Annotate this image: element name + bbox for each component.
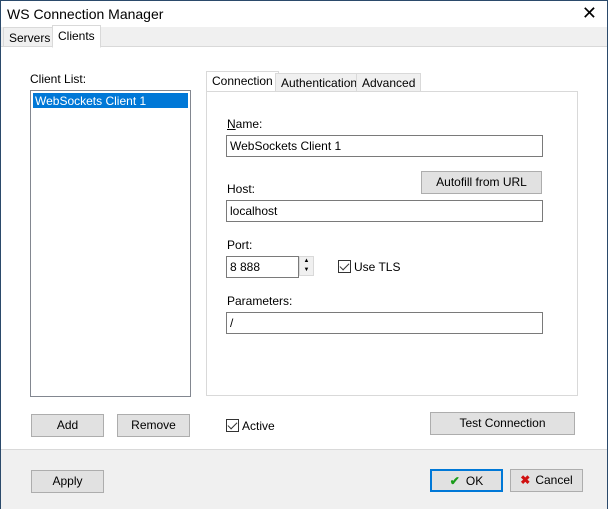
use-tls-checkbox[interactable]: Use TLS (338, 260, 400, 274)
host-label: Host: (227, 182, 256, 196)
checkmark-icon[interactable] (338, 260, 351, 273)
client-list-label: Client List: (30, 72, 87, 86)
name-input[interactable]: WebSockets Client 1 (226, 135, 543, 157)
port-stepper[interactable]: ▲ ▼ (299, 256, 314, 276)
parameters-label: Parameters: (227, 294, 293, 308)
cancel-label: Cancel (535, 473, 573, 487)
main-tabs: Servers Clients (1, 25, 607, 48)
port-label: Port: (227, 238, 253, 252)
check-icon: ✔ (449, 474, 460, 488)
use-tls-label: Use TLS (354, 260, 401, 274)
cancel-x-icon: ✖ (520, 473, 531, 487)
ok-button[interactable]: ✔ OK (430, 469, 503, 492)
tab-clients[interactable]: Clients (52, 25, 101, 48)
tab-authentication[interactable]: Authentication (275, 73, 364, 92)
add-button[interactable]: Add (31, 414, 104, 437)
cancel-button[interactable]: ✖ Cancel (510, 469, 583, 492)
window-title: WS Connection Manager (7, 6, 164, 22)
remove-button[interactable]: Remove (117, 414, 190, 437)
checkmark-icon[interactable] (226, 419, 239, 432)
up-arrow-icon[interactable]: ▲ (300, 257, 313, 266)
parameters-input[interactable]: / (226, 312, 543, 334)
list-item[interactable]: WebSockets Client 1 (33, 93, 188, 108)
name-label: Name: (227, 117, 263, 131)
apply-button[interactable]: Apply (31, 470, 104, 493)
test-connection-button[interactable]: Test Connection (430, 412, 575, 435)
port-input[interactable]: 8 888 (226, 256, 299, 278)
tab-servers[interactable]: Servers (3, 27, 57, 47)
close-icon[interactable]: ✕ (582, 3, 597, 24)
tab-connection[interactable]: Connection (206, 71, 279, 92)
host-input[interactable]: localhost (226, 200, 543, 222)
active-label: Active (242, 419, 275, 433)
client-list[interactable]: WebSockets Client 1 (30, 90, 191, 397)
down-arrow-icon[interactable]: ▼ (300, 266, 313, 275)
tab-advanced[interactable]: Advanced (356, 73, 422, 92)
ok-label: OK (465, 474, 484, 488)
dialog-window: WS Connection Manager ✕ Servers Clients … (0, 0, 608, 509)
autofill-button[interactable]: Autofill from URL (421, 171, 542, 194)
active-checkbox[interactable]: Active (226, 419, 275, 433)
